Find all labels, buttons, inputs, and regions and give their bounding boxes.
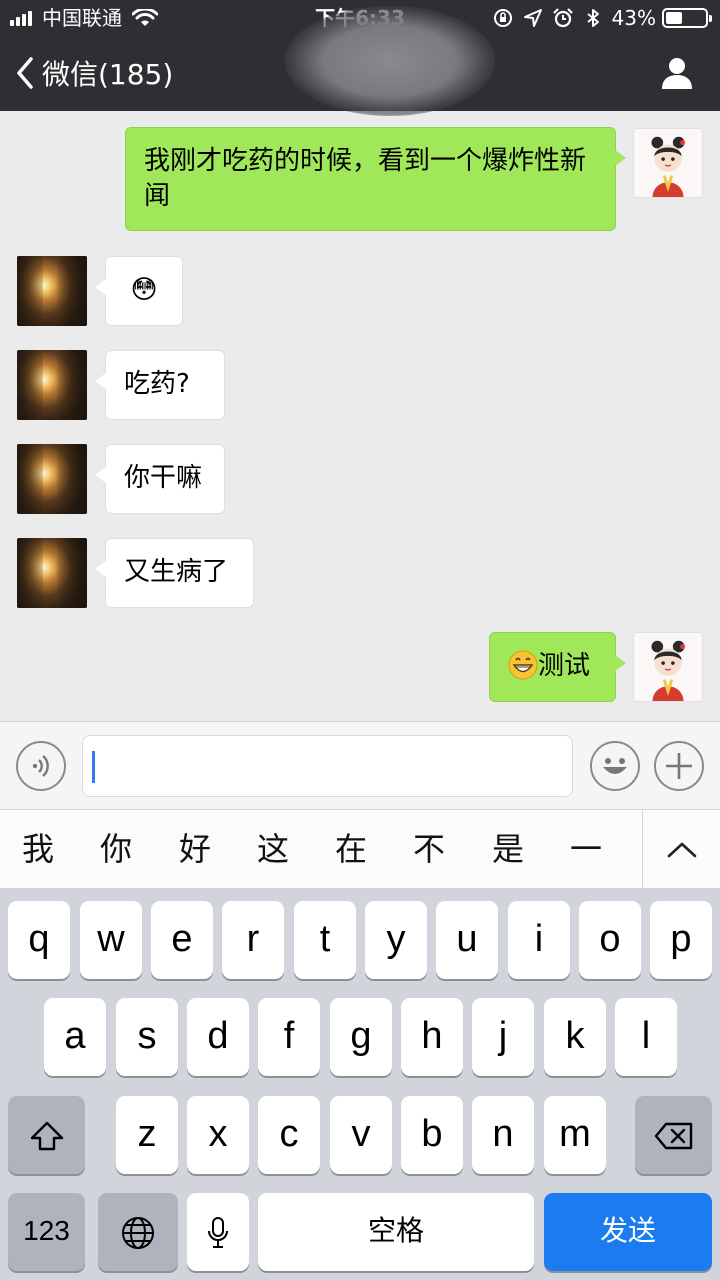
candidate-item[interactable]: 一 [556,810,616,889]
key-m[interactable]: m [544,1096,606,1174]
chevron-left-icon [17,57,33,89]
message-text: 你干嘛 [124,463,203,493]
message-bubble-other[interactable]: 😳 [95,256,183,326]
more-button[interactable] [654,741,704,791]
dictation-key[interactable] [187,1193,249,1271]
key-q[interactable]: q [8,901,70,979]
key-x[interactable]: x [187,1096,249,1174]
key-b[interactable]: b [401,1096,463,1174]
nav-bar: 微信(185) [0,6,720,116]
key-d[interactable]: d [187,998,249,1076]
candidate-item[interactable]: 好 [165,810,225,889]
plus-icon [666,753,692,779]
message-bubble-other[interactable]: 吃药? [95,350,225,420]
my-avatar[interactable] [633,632,703,702]
candidate-item[interactable]: 是 [478,810,538,889]
key-j[interactable]: j [472,998,534,1076]
candidate-bar: 我 你 好 这 在 不 是 一 [0,809,720,889]
contact-avatar[interactable] [17,444,87,514]
candidate-item[interactable]: 这 [243,810,303,889]
key-n[interactable]: n [472,1096,534,1174]
key-s[interactable]: s [116,998,178,1076]
location-icon [523,9,542,27]
back-button[interactable]: 微信(185) [14,50,173,96]
voice-button[interactable] [16,741,66,791]
contact-avatar[interactable] [17,538,87,608]
bluetooth-icon [586,9,599,27]
message-bubble-mine[interactable]: 我刚才吃药的时候，看到一个爆炸性新闻 [125,127,626,231]
backspace-icon [654,1122,692,1150]
message-text: 又生病了 [124,557,229,587]
smiley-icon [603,758,627,774]
space-key[interactable]: 空格 [258,1193,534,1271]
voice-icon [32,755,49,777]
emoji-button[interactable] [590,741,640,791]
battery-percent: 43% [611,6,656,30]
text-cursor [92,751,95,783]
key-i[interactable]: i [508,901,570,979]
message-bubble-other[interactable]: 又生病了 [95,538,254,608]
key-u[interactable]: u [436,901,498,979]
orientation-lock-icon [493,9,512,27]
key-l[interactable]: l [615,998,677,1076]
key-f[interactable]: f [258,998,320,1076]
message-text: 我刚才吃药的时候，看到一个爆炸性新闻 [144,146,587,211]
divider [642,810,643,889]
key-e[interactable]: e [151,901,213,979]
key-c[interactable]: c [258,1096,320,1174]
keyboard: q w e r t y u i o p a s d f g h j k l z … [0,888,720,1280]
alarm-icon [552,8,573,28]
person-icon[interactable] [660,56,694,90]
girl-avatar-icon [651,640,685,701]
candidate-item[interactable]: 你 [86,810,146,889]
key-t[interactable]: t [294,901,356,979]
chevron-up-icon[interactable] [660,834,704,866]
globe-icon [122,1216,154,1249]
input-bar [0,721,720,809]
candidate-item[interactable]: 不 [399,810,459,889]
microphone-icon [208,1216,228,1248]
message-list[interactable]: 我刚才吃药的时候，看到一个爆炸性新闻 😳 吃药? 你干嘛 又生病了 测试 [0,111,720,721]
shift-icon [30,1121,63,1151]
shift-key[interactable] [8,1096,85,1174]
battery-icon [662,8,712,28]
globe-key[interactable] [98,1193,178,1271]
numbers-key[interactable]: 123 [8,1193,85,1271]
back-label: 微信(185) [42,58,174,91]
key-h[interactable]: h [401,998,463,1076]
message-bubble-other[interactable]: 你干嘛 [95,444,225,514]
key-k[interactable]: k [544,998,606,1076]
grinning-face-icon [508,650,538,679]
key-a[interactable]: a [44,998,106,1076]
key-g[interactable]: g [330,998,392,1076]
message-input[interactable] [82,735,573,797]
key-z[interactable]: z [116,1096,178,1174]
key-o[interactable]: o [579,901,641,979]
candidate-item[interactable]: 在 [321,810,381,889]
message-text: 测试 [538,651,591,681]
key-w[interactable]: w [80,901,142,979]
message-bubble-mine[interactable]: 测试 [489,632,626,702]
send-key[interactable]: 发送 [544,1193,712,1271]
key-y[interactable]: y [365,901,427,979]
key-v[interactable]: v [330,1096,392,1174]
message-text: 😳 [130,275,158,305]
candidate-item[interactable]: 我 [8,810,68,889]
redacted-title [285,6,495,116]
message-text: 吃药? [124,369,190,399]
my-avatar[interactable] [633,128,703,198]
key-p[interactable]: p [650,901,712,979]
contact-avatar[interactable] [17,256,87,326]
delete-key[interactable] [635,1096,712,1174]
girl-avatar-icon [651,136,685,197]
contact-avatar[interactable] [17,350,87,420]
top-bar: 中国联通 下午6:33 [0,0,720,116]
key-r[interactable]: r [222,901,284,979]
